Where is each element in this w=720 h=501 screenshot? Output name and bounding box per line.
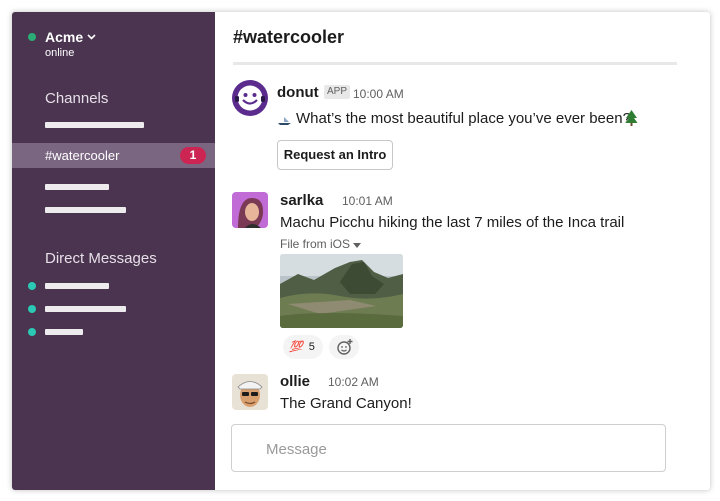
- presence-dot: [28, 305, 36, 313]
- dm-section-title[interactable]: Direct Messages: [45, 250, 157, 267]
- tree-icon: [625, 110, 638, 131]
- add-reaction-button[interactable]: [329, 335, 359, 359]
- channels-section-title[interactable]: Channels: [45, 90, 108, 107]
- app-badge: APP: [324, 85, 351, 99]
- channel-placeholder[interactable]: [45, 184, 109, 190]
- message-author[interactable]: sarlka: [280, 192, 323, 209]
- machu-picchu-photo[interactable]: [280, 254, 403, 328]
- ollie-avatar[interactable]: [232, 374, 268, 410]
- caret-down-icon: [353, 237, 362, 251]
- file-source-label[interactable]: File from iOS: [280, 237, 362, 251]
- reaction-100[interactable]: 💯 5: [283, 335, 323, 359]
- message-time[interactable]: 10:01 AM: [342, 194, 393, 208]
- message-time[interactable]: 10:02 AM: [328, 375, 379, 389]
- request-intro-button[interactable]: Request an Intro: [277, 140, 393, 170]
- channel-placeholder[interactable]: [45, 207, 126, 213]
- workspace-name: Acme: [45, 29, 84, 45]
- dm-placeholder[interactable]: [45, 329, 83, 335]
- channel-title[interactable]: #watercooler: [233, 27, 344, 48]
- workspace-status: online: [45, 47, 75, 59]
- sidebar-item-label: #watercooler: [45, 148, 120, 163]
- divider: [233, 62, 677, 65]
- message-pane: #watercooler donut APP 10:00 AM What’s t…: [215, 12, 710, 490]
- chevron-down-icon: [87, 32, 96, 43]
- message-text: What’s the most beautiful place you’ve e…: [296, 110, 631, 127]
- donut-avatar[interactable]: [232, 80, 268, 116]
- hundred-points-icon: 💯: [289, 341, 303, 353]
- presence-dot: [28, 33, 36, 41]
- message-composer[interactable]: [231, 424, 666, 472]
- message-input[interactable]: [266, 438, 646, 460]
- presence-dot: [28, 328, 36, 336]
- dm-placeholder[interactable]: [45, 306, 126, 312]
- unread-badge: 1: [180, 147, 206, 164]
- channel-placeholder[interactable]: [45, 122, 144, 128]
- message-text: Machu Picchu hiking the last 7 miles of …: [280, 214, 625, 231]
- add-reaction-icon: [336, 338, 354, 361]
- workspace-switcher[interactable]: Acme: [45, 29, 96, 45]
- message-text: The Grand Canyon!: [280, 395, 412, 412]
- dm-placeholder[interactable]: [45, 283, 109, 289]
- file-source-text: File from iOS: [280, 237, 351, 251]
- message-author[interactable]: donut: [277, 84, 319, 101]
- reaction-count: 5: [308, 341, 315, 353]
- presence-dot: [28, 282, 36, 290]
- app-window: Acme online Channels #watercooler 1 Dire…: [12, 12, 710, 490]
- message-author[interactable]: ollie: [280, 373, 310, 390]
- sailboat-icon: [277, 113, 292, 131]
- sarlka-avatar[interactable]: [232, 192, 268, 228]
- sidebar: Acme online Channels #watercooler 1 Dire…: [12, 12, 215, 490]
- sidebar-item-watercooler[interactable]: #watercooler 1: [12, 143, 215, 168]
- message-time[interactable]: 10:00 AM: [353, 87, 404, 101]
